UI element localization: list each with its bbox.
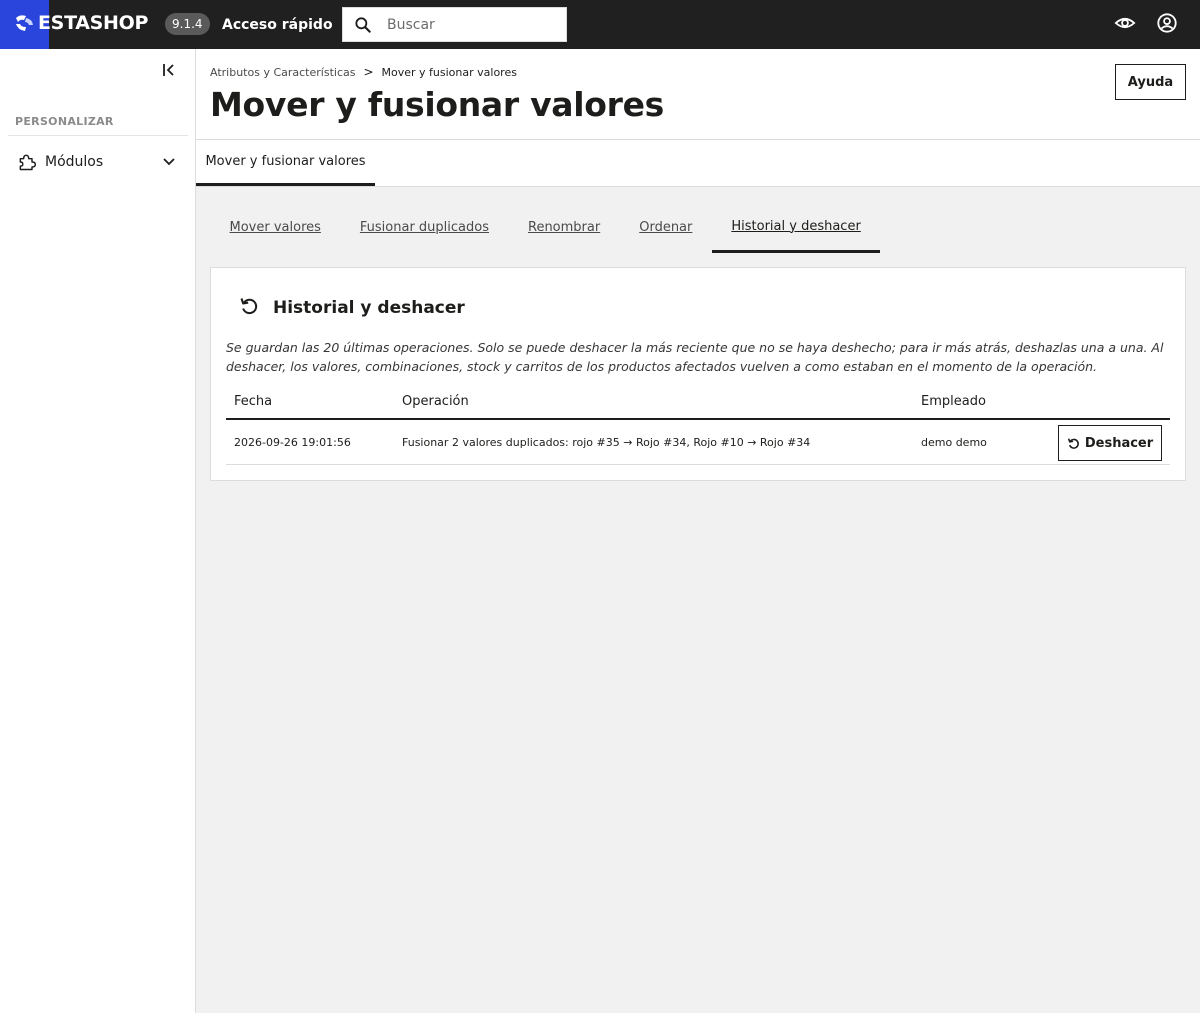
- help-button[interactable]: Ayuda: [1115, 64, 1186, 100]
- search-input[interactable]: [387, 16, 557, 33]
- search-box: [342, 7, 567, 42]
- collapse-sidebar-button[interactable]: [158, 59, 180, 81]
- header-actions: [1114, 0, 1178, 49]
- prestashop-logo[interactable]: ESTASHOP: [0, 0, 150, 49]
- logo-mark-icon: [16, 15, 33, 31]
- breadcrumb-link[interactable]: Atributos y Características: [210, 66, 355, 79]
- card-header: Historial y deshacer: [239, 296, 465, 320]
- row-operation: Fusionar 2 valores duplicados: rojo #35 …: [402, 436, 811, 449]
- sidebar-section-title: PERSONALIZAR: [15, 115, 114, 128]
- chevron-down-icon[interactable]: [161, 154, 177, 174]
- history-card: Historial y deshacer Se guardan las 20 ú…: [210, 267, 1186, 481]
- sidebar-divider: [8, 135, 188, 136]
- version-badge: 9.1.4: [165, 13, 210, 35]
- column-header-fecha: Fecha: [234, 394, 273, 409]
- history-table: Fecha Operación Empleado 2026-09-26 19:0…: [226, 384, 1170, 465]
- tab-mover-fusionar[interactable]: Mover y fusionar valores: [196, 140, 375, 186]
- card-description: Se guardan las 20 últimas operaciones. S…: [226, 340, 1164, 374]
- account-icon[interactable]: [1156, 12, 1178, 38]
- top-header: ESTASHOP 9.1.4 Acceso rápido: [0, 0, 1200, 49]
- puzzle-icon: [17, 152, 37, 176]
- row-date: 2026-09-26 19:01:56: [234, 436, 351, 449]
- page-title: Mover y fusionar valores: [210, 85, 665, 124]
- undo-icon: [1067, 437, 1079, 449]
- column-header-empleado: Empleado: [921, 394, 986, 409]
- table-row: 2026-09-26 19:01:56 Fusionar 2 valores d…: [226, 420, 1170, 465]
- quick-access-menu[interactable]: Acceso rápido: [222, 0, 355, 49]
- page-header: Atributos y Características > Mover y fu…: [196, 49, 1200, 140]
- tab-renombrar[interactable]: Renombrar: [509, 202, 620, 253]
- tab-mover-valores[interactable]: Mover valores: [210, 202, 340, 253]
- breadcrumb-current: Mover y fusionar valores: [381, 65, 517, 79]
- card-title: Historial y deshacer: [273, 298, 465, 318]
- breadcrumb: Atributos y Características > Mover y fu…: [210, 65, 517, 79]
- search-icon[interactable]: [343, 15, 383, 35]
- column-header-operacion: Operación: [402, 394, 469, 409]
- row-employee: demo demo: [921, 436, 987, 449]
- collapse-icon: [163, 64, 174, 76]
- sidebar-item-modules[interactable]: Módulos: [0, 145, 195, 179]
- history-icon: [239, 296, 259, 320]
- table-header: Fecha Operación Empleado: [226, 384, 1170, 420]
- eye-icon[interactable]: [1114, 12, 1136, 38]
- tab-ordenar[interactable]: Ordenar: [620, 202, 712, 253]
- breadcrumb-separator: >: [363, 65, 374, 79]
- quick-access-label: Acceso rápido: [222, 16, 333, 33]
- undo-button[interactable]: Deshacer: [1058, 425, 1162, 461]
- page-tab-strip: Mover y fusionar valores: [196, 140, 1200, 187]
- tab-historial-deshacer[interactable]: Historial y deshacer: [711, 202, 881, 253]
- undo-button-label: Deshacer: [1084, 435, 1154, 451]
- sub-tabs: Mover valores Fusionar duplicados Renomb…: [210, 202, 881, 253]
- sidebar-item-label: Módulos: [45, 154, 104, 170]
- sidebar: PERSONALIZAR Módulos: [0, 49, 196, 1013]
- tab-fusionar-duplicados[interactable]: Fusionar duplicados: [340, 202, 508, 253]
- logo-text: ESTASHOP: [38, 12, 149, 34]
